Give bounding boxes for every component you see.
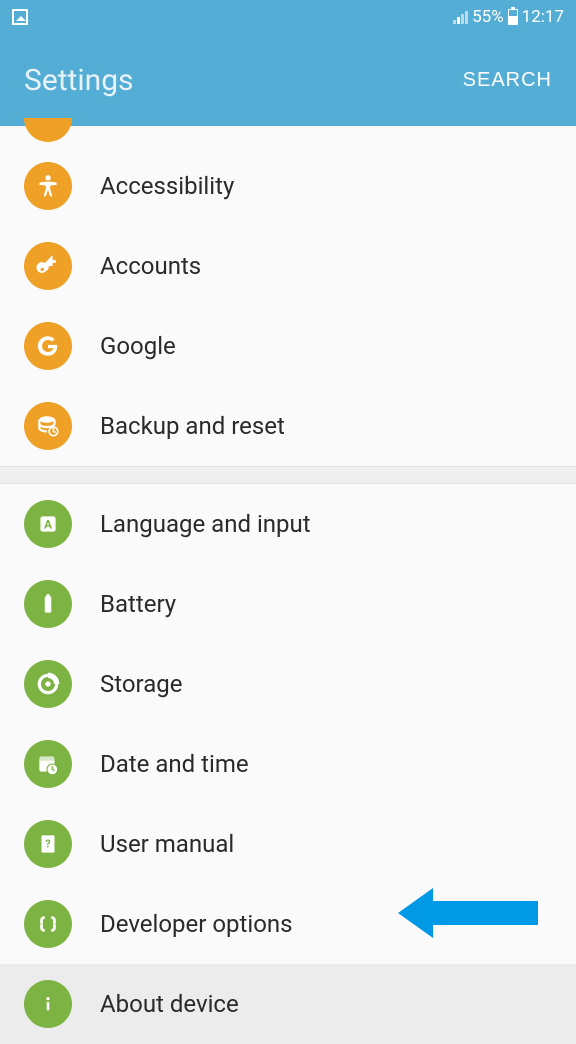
item-label: Language and input (100, 510, 311, 538)
partial-icon (24, 118, 72, 142)
developer-icon (24, 900, 72, 948)
settings-item-developer-options[interactable]: Developer options (0, 884, 576, 964)
key-icon (24, 242, 72, 290)
battery-settings-icon (24, 580, 72, 628)
settings-item-google[interactable]: Google (0, 306, 576, 386)
image-notification-icon (12, 9, 28, 25)
backup-reset-icon (24, 402, 72, 450)
status-bar: 55% 12:17 (0, 0, 576, 34)
accessibility-icon (24, 162, 72, 210)
item-label: User manual (100, 830, 234, 858)
google-icon (24, 322, 72, 370)
settings-item-language-input[interactable]: A Language and input (0, 484, 576, 564)
storage-icon (24, 660, 72, 708)
item-label: Google (100, 332, 176, 360)
item-label: Accounts (100, 252, 201, 280)
settings-list: Accessibility Accounts Google Backup and… (0, 126, 576, 1044)
settings-item-accessibility[interactable]: Accessibility (0, 146, 576, 226)
partial-item-top[interactable] (0, 126, 576, 146)
signal-icon (453, 10, 468, 24)
section-divider (0, 466, 576, 484)
app-header: Settings SEARCH (0, 34, 576, 126)
battery-icon (508, 9, 518, 25)
info-icon (24, 980, 72, 1028)
settings-item-backup-reset[interactable]: Backup and reset (0, 386, 576, 466)
calendar-clock-icon (24, 740, 72, 788)
settings-item-date-time[interactable]: Date and time (0, 724, 576, 804)
item-label: Storage (100, 670, 182, 698)
item-label: Backup and reset (100, 412, 285, 440)
svg-text:?: ? (45, 837, 50, 850)
settings-item-storage[interactable]: Storage (0, 644, 576, 724)
settings-item-user-manual[interactable]: ? User manual (0, 804, 576, 884)
settings-item-accounts[interactable]: Accounts (0, 226, 576, 306)
language-icon: A (24, 500, 72, 548)
item-label: Battery (100, 590, 176, 618)
item-label: Developer options (100, 910, 293, 938)
battery-percent: 55% (472, 7, 504, 27)
clock: 12:17 (522, 7, 564, 27)
settings-item-battery[interactable]: Battery (0, 564, 576, 644)
item-label: About device (100, 990, 239, 1018)
svg-text:A: A (44, 517, 52, 531)
settings-item-about-device[interactable]: About device (0, 964, 576, 1044)
item-label: Accessibility (100, 172, 234, 200)
page-title: Settings (24, 63, 134, 98)
search-button[interactable]: SEARCH (463, 69, 552, 92)
item-label: Date and time (100, 750, 249, 778)
manual-icon: ? (24, 820, 72, 868)
